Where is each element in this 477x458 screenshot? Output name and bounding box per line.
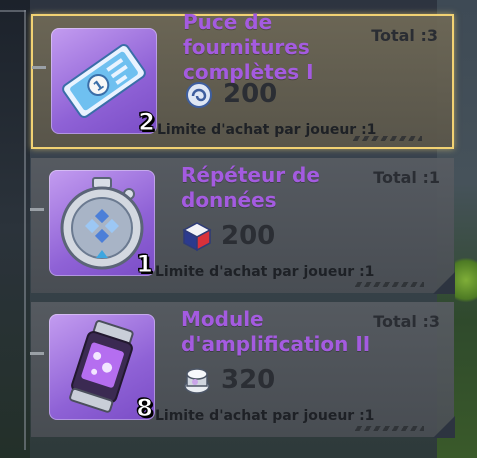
price-row: 200 (181, 220, 275, 252)
card-corner-cut (433, 416, 455, 438)
card-stripes (354, 426, 424, 431)
canister-token-icon (184, 368, 210, 394)
item-total: Total :3 (373, 312, 440, 331)
price-row: 320 (181, 364, 275, 396)
shop-item-card[interactable]: 1 Répéteur de données Total :1 200 Limit… (30, 158, 455, 294)
background-grass (455, 250, 477, 310)
item-icon-box: 8 (49, 314, 155, 420)
purchase-limit: Limite d'achat par joueur :1 (155, 264, 375, 280)
shop-item-card[interactable]: 1 2 Puce de fournitures complètes I Tota… (31, 10, 454, 149)
item-price: 200 (221, 221, 276, 251)
item-name: Puce de fournitures complètes I (183, 10, 314, 84)
card-notch (32, 66, 46, 69)
item-price: 320 (221, 365, 276, 395)
card-stripes (352, 136, 422, 141)
item-quantity: 1 (136, 250, 154, 277)
item-total: Total :3 (371, 26, 438, 45)
shop-item-card[interactable]: 8 Module d'amplification II Total :3 320… (30, 302, 455, 438)
item-quantity: 2 (138, 108, 156, 135)
background-line (0, 10, 26, 12)
item-price: 200 (223, 79, 278, 109)
item-total: Total :1 (373, 168, 440, 187)
price-row: 200 (183, 78, 277, 110)
card-stripes (354, 282, 424, 287)
background-line (24, 10, 26, 450)
cube-token-icon (182, 222, 212, 252)
card-notch (30, 352, 44, 355)
purchase-limit: Limite d'achat par joueur :1 (157, 122, 377, 138)
card-notch (30, 208, 44, 211)
item-name: Répéteur de données (181, 163, 320, 212)
spiral-token-icon (186, 82, 212, 108)
item-icon-box: 1 2 (51, 28, 157, 134)
purchase-limit: Limite d'achat par joueur :1 (155, 408, 375, 424)
item-quantity: 8 (136, 394, 154, 421)
card-corner-cut (433, 272, 455, 294)
item-icon-box: 1 (49, 170, 155, 276)
